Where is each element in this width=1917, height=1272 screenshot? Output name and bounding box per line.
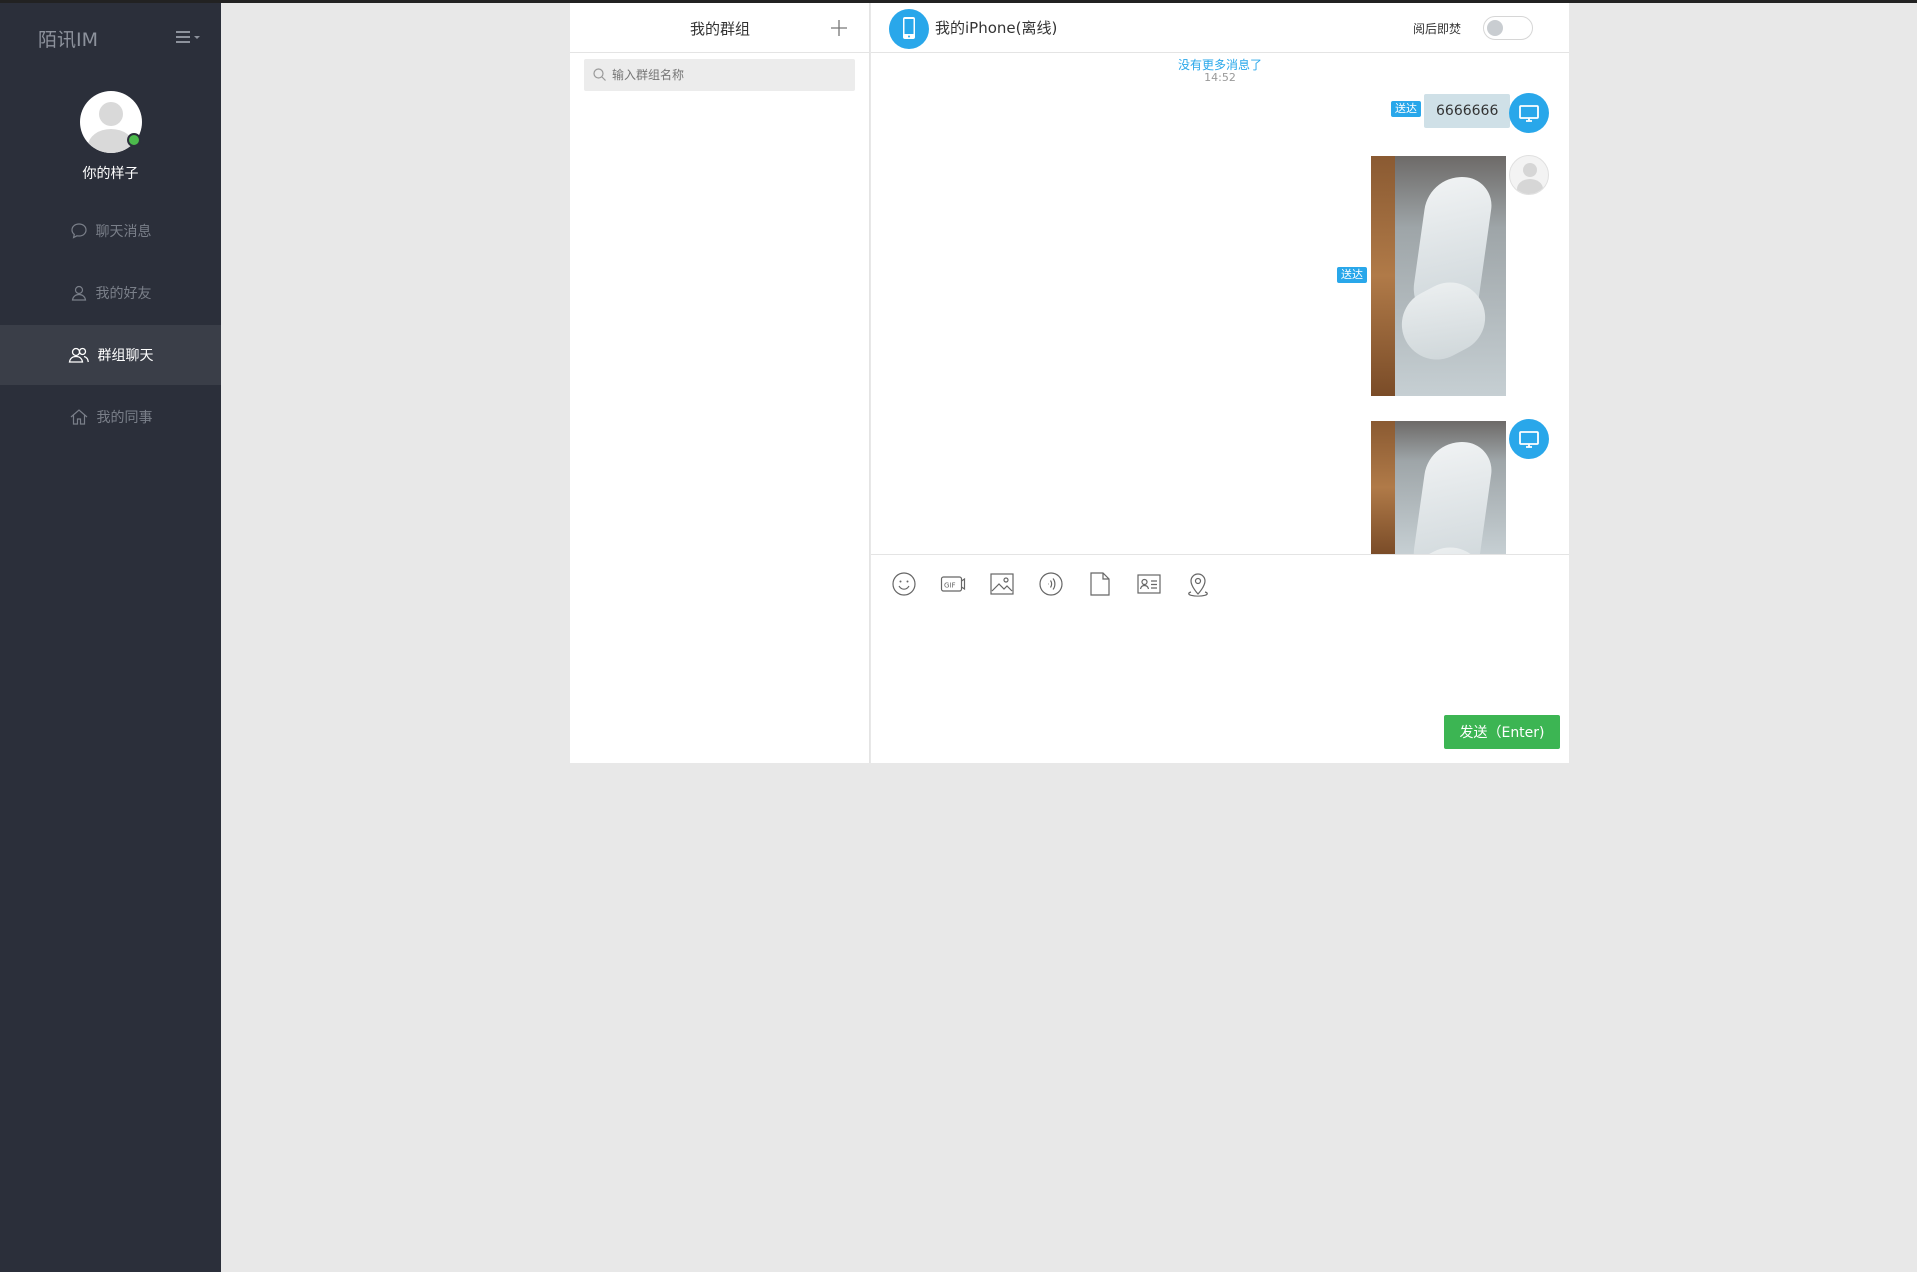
gif-button[interactable]: GIF (928, 569, 977, 599)
message-bubble[interactable]: 6666666 (1424, 94, 1517, 128)
message-timestamp: 14:52 (1204, 71, 1236, 84)
group-icon (68, 347, 89, 363)
sidebar-item-chat-messages[interactable]: 聊天消息 (0, 201, 221, 261)
group-list-panel: 我的群组 (570, 3, 870, 763)
burn-after-reading-toggle[interactable] (1483, 16, 1533, 40)
voice-icon (1038, 572, 1063, 596)
contact-name: 我的iPhone(离线) (935, 19, 1058, 37)
group-list-header: 我的群组 (570, 3, 869, 53)
image-icon (989, 573, 1014, 595)
sidebar-item-label: 群组聊天 (97, 348, 154, 364)
chat-header: 我的iPhone(离线) 阅后即焚 (871, 3, 1569, 53)
contact-card-icon (1136, 574, 1161, 594)
group-search (584, 59, 855, 91)
chat-panel: 我的iPhone(离线) 阅后即焚 没有更多消息了 14:52 送达 66666… (871, 3, 1569, 763)
add-group-icon[interactable] (828, 17, 850, 39)
composer-toolbar: GIF (879, 569, 1222, 599)
image-message[interactable] (1371, 421, 1506, 554)
sender-avatar[interactable] (1509, 419, 1549, 459)
send-button[interactable]: 发送（Enter) (1444, 715, 1560, 749)
file-icon (1089, 572, 1110, 596)
file-button[interactable] (1075, 569, 1124, 599)
user-icon (71, 285, 86, 301)
brand-title: 陌讯IM (38, 29, 98, 51)
sender-avatar[interactable] (1509, 93, 1549, 133)
emoji-icon (891, 572, 916, 596)
phone-icon (903, 17, 915, 39)
group-search-input[interactable] (612, 59, 848, 91)
svg-text:GIF: GIF (944, 582, 956, 590)
location-icon (1187, 573, 1208, 597)
image-button[interactable] (977, 569, 1026, 599)
delivered-badge: 送达 (1337, 267, 1367, 283)
username: 你的样子 (82, 166, 139, 182)
contact-card-button[interactable] (1124, 569, 1173, 599)
message-input[interactable] (879, 609, 1561, 709)
sidebar: 陌讯IM 你的样子 聊天消息 我的好友 群组聊天 我的同事 (0, 3, 221, 1272)
search-icon (593, 68, 606, 81)
composer-divider (871, 554, 1569, 555)
device-icon (1519, 431, 1539, 448)
emoji-button[interactable] (879, 569, 928, 599)
online-status-dot (127, 133, 141, 147)
sidebar-item-group-chat[interactable]: 群组聊天 (0, 325, 221, 385)
gif-icon: GIF (940, 576, 965, 592)
burn-after-reading-label: 阅后即焚 (1413, 22, 1462, 36)
sidebar-item-my-friends[interactable]: 我的好友 (0, 263, 221, 323)
contact-avatar[interactable] (889, 9, 929, 49)
delivered-badge: 送达 (1391, 101, 1421, 117)
sidebar-item-label: 聊天消息 (95, 224, 152, 240)
sidebar-item-label: 我的同事 (96, 410, 153, 426)
chat-bubble-icon (70, 223, 87, 239)
location-button[interactable] (1173, 569, 1222, 599)
group-list-title: 我的群组 (689, 20, 750, 38)
sidebar-item-colleagues[interactable]: 我的同事 (0, 387, 221, 447)
menu-toggle-icon[interactable] (176, 29, 202, 47)
default-user-avatar[interactable] (1509, 155, 1549, 195)
home-icon (70, 409, 87, 425)
device-icon (1519, 105, 1539, 122)
sidebar-item-label: 我的好友 (95, 286, 152, 302)
message-list[interactable]: 没有更多消息了 14:52 送达 6666666 送达 (871, 54, 1569, 554)
image-message[interactable] (1371, 156, 1506, 396)
voice-button[interactable] (1026, 569, 1075, 599)
